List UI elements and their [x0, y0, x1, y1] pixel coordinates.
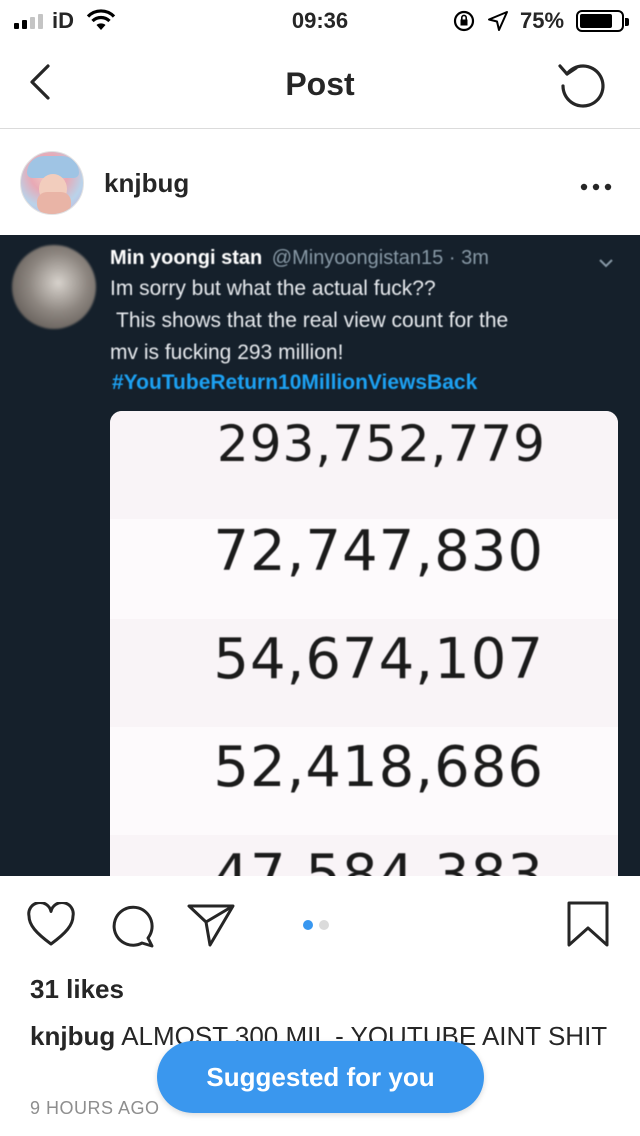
caption-username[interactable]: knjbug — [30, 1021, 115, 1051]
more-horizontal-icon[interactable] — [580, 178, 612, 191]
view-count-row: 72,747,830 — [110, 511, 618, 619]
refresh-icon[interactable] — [554, 56, 610, 112]
carousel-indicator — [303, 920, 329, 930]
post-timestamp: 9 HOURS AGO — [30, 1098, 160, 1118]
tweet-text-line: mv is fucking 293 million! — [110, 341, 344, 364]
page-title: Post — [285, 66, 355, 102]
tweet-display-name: Min yoongi stan — [110, 247, 263, 269]
carousel-dot — [303, 920, 313, 930]
view-count-row: 47,584,383 — [110, 835, 618, 876]
view-count-row: 52,418,686 — [110, 727, 618, 835]
view-count-value: 52,418,686 — [213, 735, 544, 800]
tweet-handle: @Minyoongistan15 · 3m — [271, 247, 489, 269]
suggested-for-you-button[interactable]: Suggested for you — [157, 1041, 484, 1113]
tweet-text-line: This shows that the real view count for … — [116, 309, 509, 332]
chevron-down-icon — [598, 255, 614, 268]
tweet-avatar — [12, 245, 96, 329]
post-username[interactable]: knjbug — [104, 168, 189, 199]
battery-percent: 75% — [520, 8, 565, 33]
status-bar: iD 09:36 75% — [0, 0, 640, 40]
view-count-value: 47,584,383 — [213, 843, 544, 876]
rotation-lock-icon — [452, 9, 476, 38]
tweet-text-line: Im sorry but what the actual fuck?? — [110, 277, 436, 300]
view-count-value: 293,752,779 — [216, 415, 546, 473]
comment-icon[interactable] — [108, 902, 156, 950]
location-arrow-icon — [486, 9, 510, 38]
paper-plane-icon[interactable] — [186, 902, 236, 948]
battery-icon — [576, 10, 629, 32]
post-action-bar — [0, 876, 640, 972]
view-count-value: 72,747,830 — [213, 519, 544, 584]
avatar[interactable] — [20, 151, 84, 215]
likes-count[interactable]: 31 likes — [30, 974, 124, 1005]
post-header: knjbug — [0, 130, 640, 235]
nav-bar: Post — [0, 40, 640, 129]
bookmark-icon[interactable] — [566, 900, 610, 948]
view-count-row: 293,752,779 — [110, 411, 618, 519]
view-count-row: 54,674,107 — [110, 619, 618, 727]
view-count-value: 54,674,107 — [213, 627, 544, 692]
post-image[interactable]: Min yoongi stan @Minyoongistan15 · 3m Im… — [0, 235, 640, 876]
tweet-hashtag: #YouTubeReturn10MillionViewsBack — [112, 371, 478, 394]
view-count-card: 293,752,779 72,747,830 54,674,107 52,418… — [110, 411, 618, 876]
carousel-dot — [319, 920, 329, 930]
heart-icon[interactable] — [26, 901, 76, 948]
tweet-header: Min yoongi stan @Minyoongistan15 · 3m — [110, 247, 489, 270]
